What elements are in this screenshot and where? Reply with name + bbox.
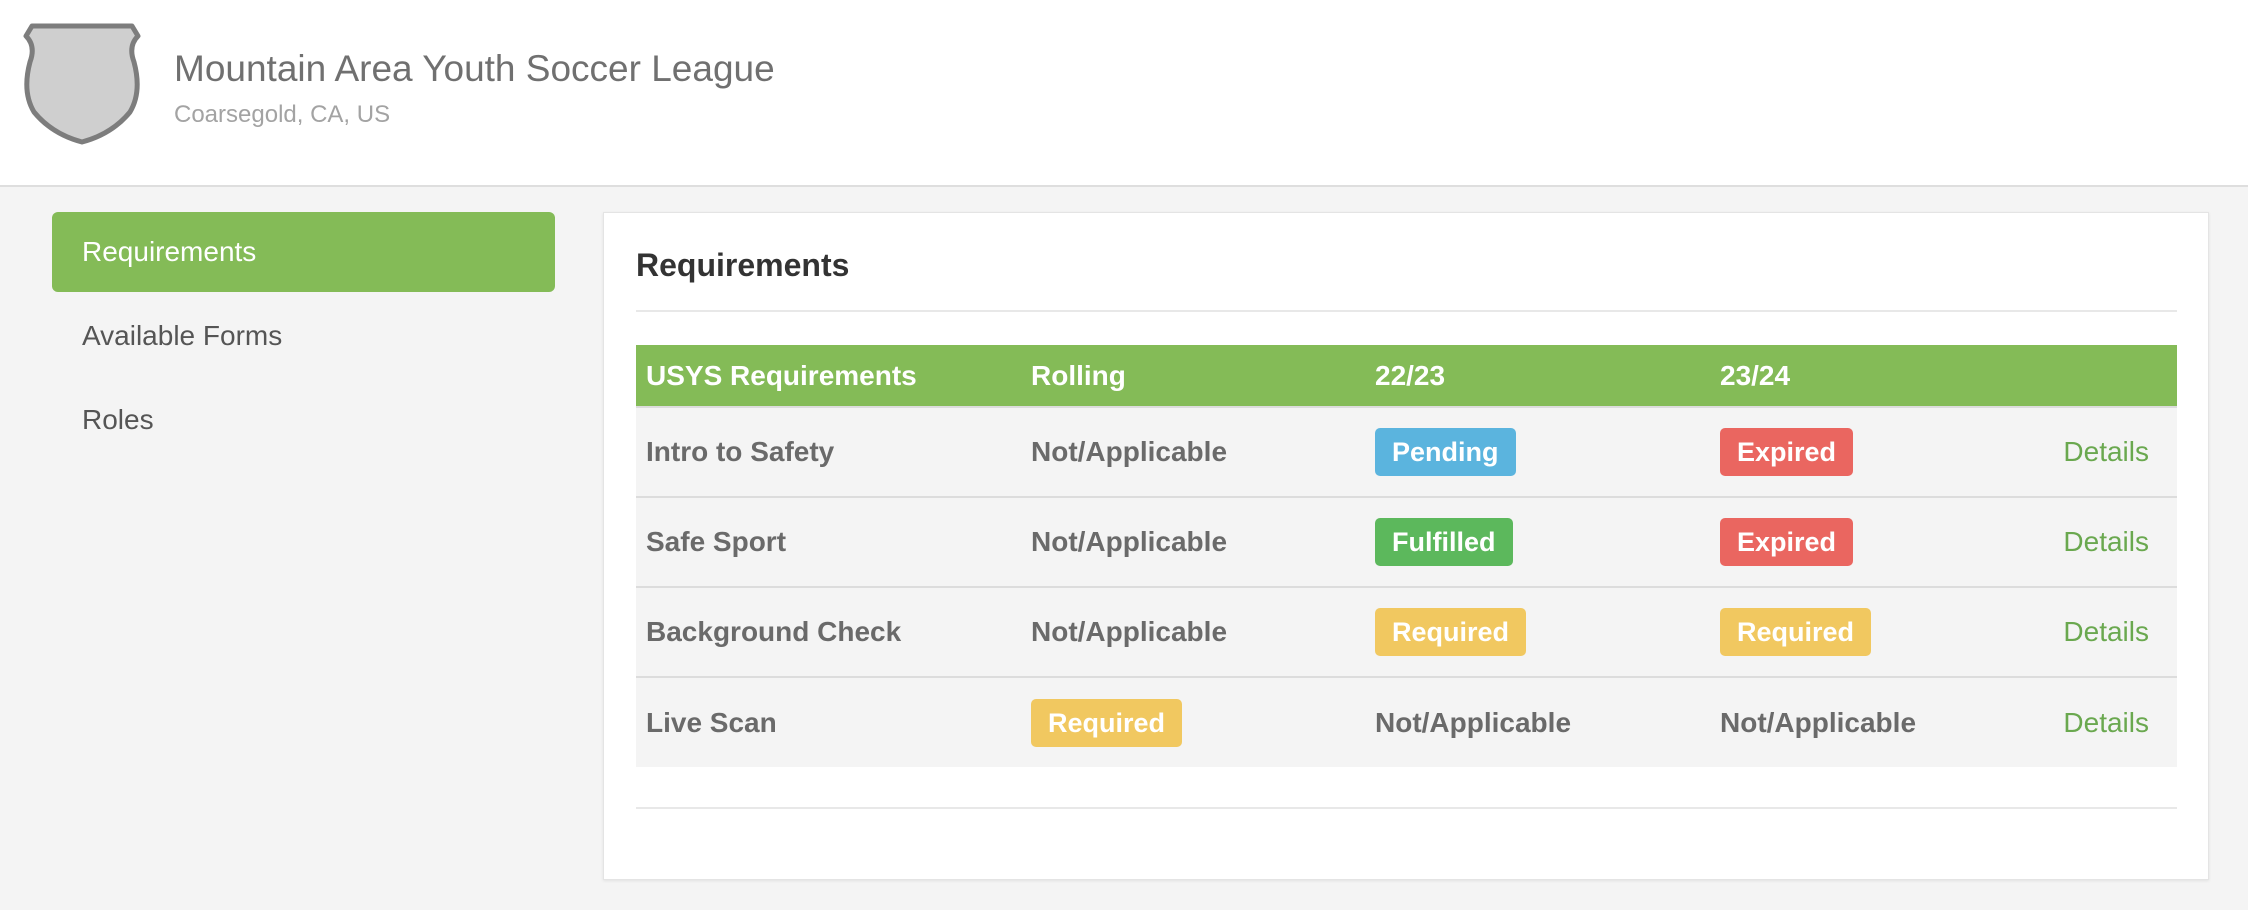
details-link[interactable]: Details xyxy=(2063,436,2149,467)
shield-icon xyxy=(23,23,141,145)
org-name: Mountain Area Youth Soccer League xyxy=(174,48,775,89)
requirements-table: USYS Requirements Rolling 22/23 23/24 In… xyxy=(636,345,2177,767)
org-location: Coarsegold, CA, US xyxy=(174,101,391,128)
status-badge: Expired xyxy=(1720,518,1854,566)
requirement-name: Live Scan xyxy=(646,706,777,738)
panel-title: Requirements xyxy=(636,247,850,283)
column-header-rolling: Rolling xyxy=(1031,359,1126,391)
sidebar-nav: Requirements Available Forms Roles xyxy=(52,212,555,464)
table-row: Background Check Not/Applicable Required… xyxy=(636,587,2177,677)
status-badge: Required xyxy=(1031,698,1183,747)
column-header-actions xyxy=(2050,345,2177,407)
rolling-status: Not/Applicable xyxy=(1031,616,1228,647)
sidebar-item-available-forms[interactable]: Available Forms xyxy=(52,296,555,376)
requirement-name: Background Check xyxy=(646,616,902,647)
rolling-status: Not/Applicable xyxy=(1031,436,1228,467)
table-row: Live Scan Required Not/Applicable Not/Ap… xyxy=(636,677,2177,767)
status-badge: Expired xyxy=(1720,428,1854,476)
season-status: Not/Applicable xyxy=(1375,706,1572,738)
table-row: Intro to Safety Not/Applicable Pending E… xyxy=(636,407,2177,497)
column-header-season-22-23: 22/23 xyxy=(1375,359,1446,391)
details-link[interactable]: Details xyxy=(2063,616,2149,647)
divider xyxy=(636,310,2177,312)
sidebar-item-requirements[interactable]: Requirements xyxy=(52,212,555,292)
requirement-name: Intro to Safety xyxy=(646,436,835,467)
requirement-name: Safe Sport xyxy=(646,526,787,557)
table-row: Safe Sport Not/Applicable Fulfilled Expi… xyxy=(636,497,2177,587)
status-badge: Required xyxy=(1375,608,1527,656)
column-header-season-23-24: 23/24 xyxy=(1720,359,1791,391)
status-badge: Required xyxy=(1720,608,1872,656)
season-status: Not/Applicable xyxy=(1720,706,1917,738)
column-header-usys-requirements: USYS Requirements xyxy=(646,359,917,391)
details-link[interactable]: Details xyxy=(2063,707,2149,738)
divider xyxy=(636,807,2177,809)
details-link[interactable]: Details xyxy=(2063,526,2149,557)
rolling-status: Not/Applicable xyxy=(1031,526,1228,557)
status-badge: Fulfilled xyxy=(1375,518,1513,566)
table-header-row: USYS Requirements Rolling 22/23 23/24 xyxy=(636,345,2177,407)
sidebar-item-roles[interactable]: Roles xyxy=(52,380,555,460)
status-badge: Pending xyxy=(1375,428,1516,476)
page-header: Mountain Area Youth Soccer League Coarse… xyxy=(0,0,2248,187)
requirements-panel: Requirements USYS Requirements Rolling 2… xyxy=(603,212,2209,880)
